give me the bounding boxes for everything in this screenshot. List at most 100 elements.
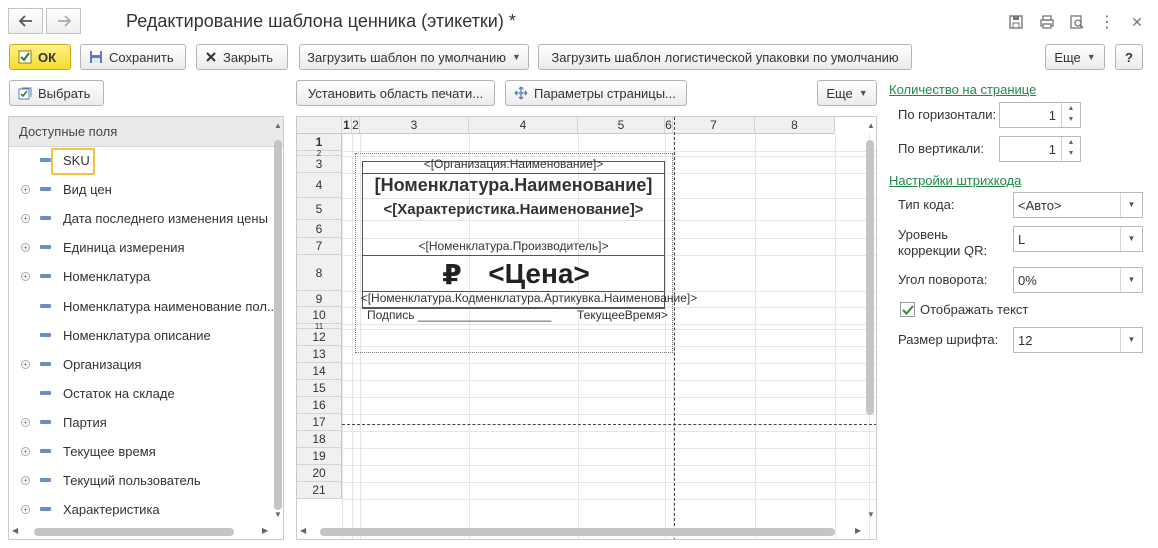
column-header[interactable]: 2 bbox=[352, 117, 360, 134]
expand-plus-icon[interactable]: + bbox=[21, 475, 30, 485]
column-header[interactable]: 6 bbox=[665, 117, 673, 134]
chevron-down-icon[interactable]: ▼ bbox=[1120, 268, 1142, 292]
column-header[interactable]: 5 bbox=[578, 117, 665, 134]
field-item[interactable]: + Организация bbox=[9, 350, 271, 378]
row-header[interactable]: 5 bbox=[297, 198, 342, 220]
fields-horizontal-scrollbar[interactable] bbox=[34, 528, 234, 536]
field-item[interactable]: + Партия bbox=[9, 408, 271, 436]
field-item[interactable]: Номенклатура наименование пол... bbox=[9, 292, 278, 320]
row-header[interactable]: 14 bbox=[297, 363, 342, 380]
scroll-left-arrow-icon[interactable]: ◀ bbox=[12, 526, 18, 535]
field-item[interactable]: + Дата последнего изменения цены bbox=[9, 204, 271, 232]
load-default-template-button[interactable]: Загрузить шаблон по умолчанию ▼ bbox=[299, 44, 529, 70]
sheet-vertical-scrollbar[interactable] bbox=[866, 140, 874, 415]
field-item[interactable]: Остаток на складе bbox=[9, 379, 271, 407]
column-header[interactable]: 4 bbox=[469, 117, 578, 134]
scroll-up-arrow-icon[interactable]: ▲ bbox=[274, 121, 282, 130]
field-item[interactable]: SKU bbox=[9, 146, 271, 174]
row-header[interactable]: 8 bbox=[297, 255, 342, 291]
grid-line bbox=[755, 134, 756, 539]
row-header[interactable]: 17 bbox=[297, 414, 342, 431]
preview-search-icon[interactable] bbox=[1068, 13, 1086, 31]
sheet-more-button[interactable]: Еще ▼ bbox=[817, 80, 877, 106]
select-button[interactable]: Выбрать bbox=[9, 80, 104, 106]
help-label: ? bbox=[1125, 49, 1133, 65]
scroll-down-arrow-icon[interactable]: ▼ bbox=[274, 510, 282, 519]
chevron-down-icon[interactable]: ▼ bbox=[1120, 328, 1142, 352]
row-header[interactable]: 3 bbox=[297, 156, 342, 173]
back-button[interactable] bbox=[8, 8, 43, 34]
vertical-count-input[interactable]: 1 ▲ ▼ bbox=[999, 136, 1081, 162]
sheet-scroll-down-icon[interactable]: ▼ bbox=[867, 510, 875, 519]
close-button[interactable]: Закрыть bbox=[196, 44, 288, 70]
row-header[interactable]: 20 bbox=[297, 465, 342, 482]
qr-level-select[interactable]: L ▼ bbox=[1013, 226, 1143, 252]
scroll-right-arrow-icon[interactable]: ▶ bbox=[262, 526, 268, 535]
field-item[interactable]: + Вид цен bbox=[9, 175, 271, 203]
field-item[interactable]: + Текущий пользователь bbox=[9, 466, 271, 494]
field-item[interactable]: + Текущее время bbox=[9, 437, 271, 465]
page-params-button[interactable]: Параметры страницы... bbox=[505, 80, 687, 106]
horizontal-count-input[interactable]: 1 ▲ ▼ bbox=[999, 102, 1081, 128]
expand-plus-icon[interactable]: + bbox=[21, 417, 30, 427]
qty-per-page-section-link[interactable]: Количество на странице bbox=[889, 82, 1036, 97]
expand-plus-icon[interactable]: + bbox=[21, 446, 30, 456]
expand-plus-icon[interactable]: + bbox=[21, 184, 30, 194]
row-header[interactable]: 7 bbox=[297, 238, 342, 255]
field-attribute-icon bbox=[40, 478, 51, 482]
show-text-checkbox[interactable] bbox=[900, 302, 915, 317]
expand-plus-icon[interactable]: + bbox=[21, 359, 30, 369]
expand-plus-icon[interactable]: + bbox=[21, 271, 30, 281]
close-window-icon[interactable]: ✕ bbox=[1128, 13, 1146, 31]
row-header[interactable]: 9 bbox=[297, 291, 342, 307]
fields-vertical-scrollbar[interactable] bbox=[274, 140, 282, 510]
expand-plus-icon[interactable]: + bbox=[21, 213, 30, 223]
column-header[interactable]: 8 bbox=[755, 117, 835, 134]
forward-button[interactable] bbox=[46, 8, 81, 34]
font-size-select[interactable]: 12 ▼ bbox=[1013, 327, 1143, 353]
load-logistic-template-button[interactable]: Загрузить шаблон логистической упаковки … bbox=[538, 44, 912, 70]
more-button[interactable]: Еще ▼ bbox=[1045, 44, 1105, 70]
field-item[interactable]: + Единица измерения bbox=[9, 233, 271, 261]
row-header[interactable]: 6 bbox=[297, 220, 342, 238]
set-print-area-button[interactable]: Установить область печати... bbox=[296, 80, 495, 106]
price-field: <Цена> bbox=[488, 258, 590, 289]
field-item[interactable]: Номенклатура описание bbox=[9, 321, 271, 349]
expand-plus-icon[interactable]: + bbox=[21, 242, 30, 252]
more-vertical-icon[interactable]: ⋮ bbox=[1098, 13, 1116, 31]
row-header[interactable]: 21 bbox=[297, 482, 342, 499]
barcode-settings-section-link[interactable]: Настройки штрихкода bbox=[889, 173, 1021, 188]
vertical-spin-arrows-icon[interactable]: ▲ ▼ bbox=[1061, 137, 1080, 161]
column-header[interactable]: 1 bbox=[342, 117, 352, 134]
rotation-select[interactable]: 0% ▼ bbox=[1013, 267, 1143, 293]
row-header[interactable]: 18 bbox=[297, 431, 342, 448]
row-header[interactable]: 19 bbox=[297, 448, 342, 465]
row-header[interactable]: 4 bbox=[297, 173, 342, 198]
code-type-select[interactable]: <Авто> ▼ bbox=[1013, 192, 1143, 218]
print-icon[interactable] bbox=[1038, 13, 1056, 31]
save-disk-icon[interactable] bbox=[1007, 13, 1025, 31]
sheet-scroll-left-icon[interactable]: ◀ bbox=[300, 526, 306, 535]
sheet-horizontal-scrollbar[interactable] bbox=[320, 528, 835, 536]
grid-line bbox=[835, 134, 836, 539]
template-spreadsheet[interactable]: 1 2 3 4 5 6 7 8 1 2 3 4 5 6 7 8 9 10 11 12 13 14 15 16 17 18 19 20 2… bbox=[296, 116, 877, 540]
row-header[interactable]: 16 bbox=[297, 397, 342, 414]
row-header[interactable]: 12 bbox=[297, 329, 342, 346]
field-item[interactable]: + Характеристика bbox=[9, 495, 271, 523]
chevron-down-icon[interactable]: ▼ bbox=[1120, 227, 1142, 251]
save-button[interactable]: Сохранить bbox=[80, 44, 186, 70]
chevron-down-icon[interactable]: ▼ bbox=[1120, 193, 1142, 217]
field-attribute-icon bbox=[40, 304, 51, 308]
help-button[interactable]: ? bbox=[1115, 44, 1143, 70]
field-item[interactable]: + Номенклатура bbox=[9, 262, 271, 290]
column-header[interactable]: 7 bbox=[673, 117, 755, 134]
sheet-scroll-right-icon[interactable]: ▶ bbox=[855, 526, 861, 535]
expand-plus-icon[interactable]: + bbox=[21, 504, 30, 514]
sheet-scroll-up-icon[interactable]: ▲ bbox=[867, 121, 875, 130]
row-header[interactable]: 15 bbox=[297, 380, 342, 397]
row-header[interactable]: 13 bbox=[297, 346, 342, 363]
column-header[interactable]: 3 bbox=[360, 117, 469, 134]
ok-button[interactable]: ОК bbox=[9, 44, 71, 70]
field-attribute-icon bbox=[40, 449, 51, 453]
horizontal-spin-arrows-icon[interactable]: ▲ ▼ bbox=[1061, 103, 1080, 127]
